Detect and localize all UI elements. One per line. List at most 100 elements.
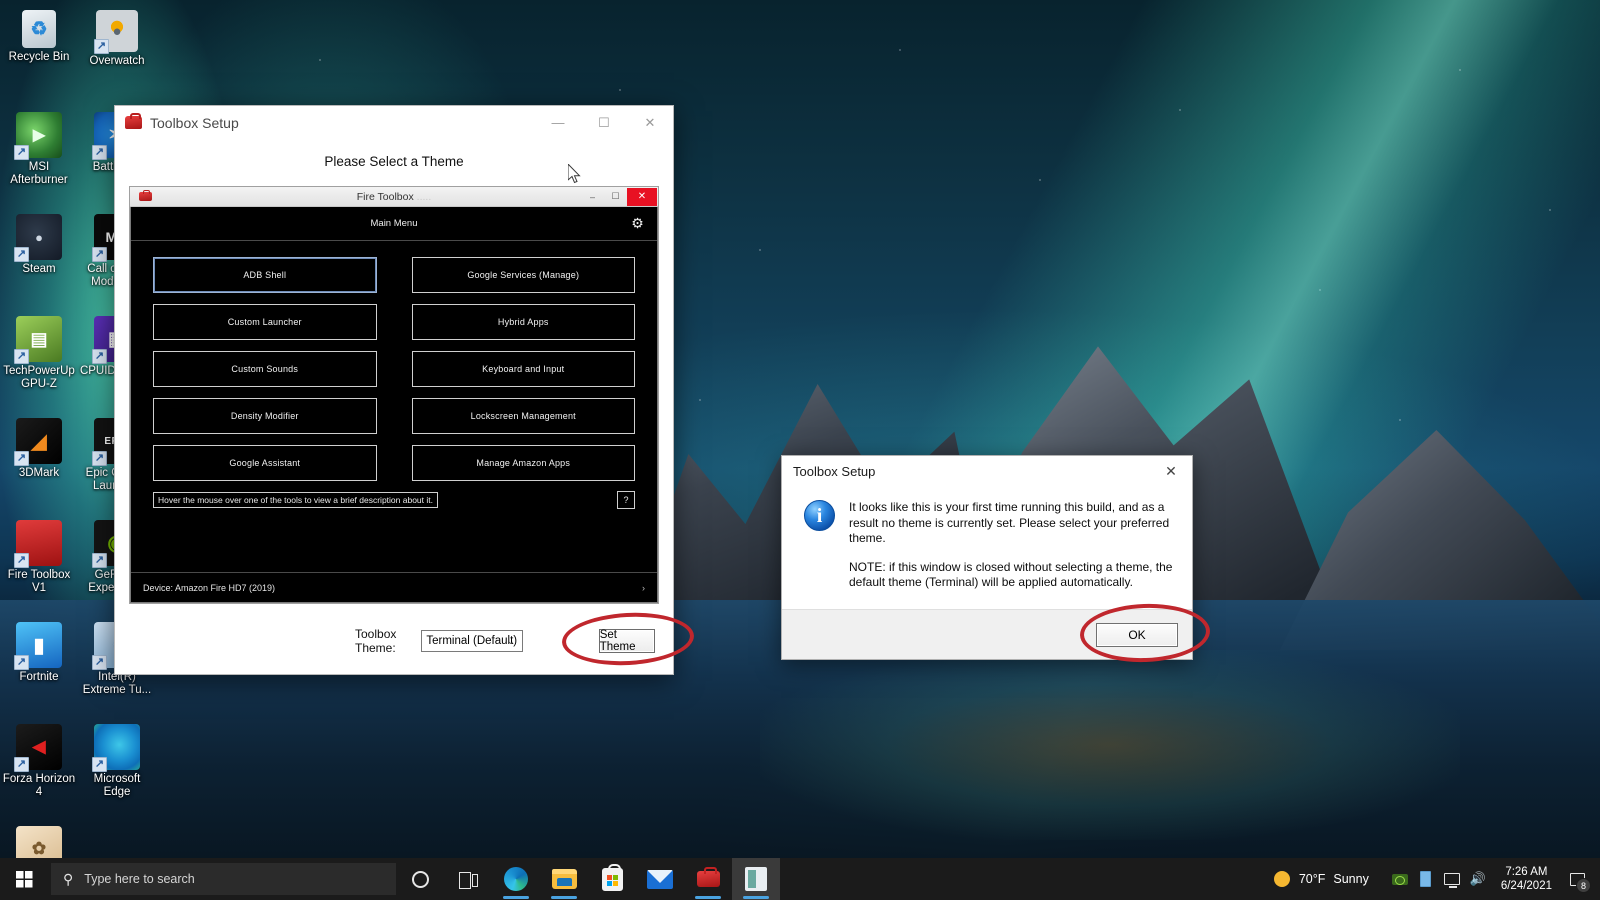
fortnite-icon: ↗ <box>14 622 62 670</box>
desktop-icon-label: Fire Toolbox V1 <box>7 569 71 594</box>
desktop-icon-steam[interactable]: ↗Steam <box>0 208 78 310</box>
setup-title-bar[interactable]: Toolbox Setup — ☐ ✕ <box>115 106 673 140</box>
toolbox-setup-dialog[interactable]: Toolbox Setup ✕ i It looks like this is … <box>781 455 1193 660</box>
preview-title-version: ..... <box>413 190 432 203</box>
display-icon[interactable] <box>1439 858 1465 900</box>
shortcut-arrow-icon: ↗ <box>94 39 109 54</box>
windows-start-icon[interactable] <box>0 858 48 900</box>
tablet-mode-icon[interactable] <box>1413 858 1439 900</box>
taskbar[interactable]: ⚲ Type here to search 70°F Sunny 🔊 7:26 … <box>0 858 1600 900</box>
notifications-icon[interactable]: 8 <box>1564 866 1591 893</box>
weather-widget[interactable]: 70°F Sunny <box>1273 871 1369 887</box>
desktop-icon-3dmark[interactable]: ↗3DMark <box>0 412 78 514</box>
taskbar-microsoft-edge[interactable] <box>492 858 540 900</box>
minimize-button[interactable]: — <box>535 106 581 140</box>
gear-icon: ⚙ <box>631 215 644 231</box>
weather-condition: Sunny <box>1333 872 1369 886</box>
3dmark-icon: ↗ <box>14 418 62 466</box>
dialog-paragraph-1: It looks like this is your first time ru… <box>849 500 1170 545</box>
scrcpy-icon <box>745 867 767 891</box>
desktop-icon-fire-toolbox[interactable]: ↗Fire Toolbox V1 <box>0 514 78 616</box>
dialog-paragraph-2: NOTE: if this window is closed without s… <box>849 559 1173 590</box>
desktop[interactable]: Recycle Bin↗Overwatch↗MSI Afterburner↗Ba… <box>0 0 1600 900</box>
preview-tool-button: Keyboard and Input <box>411 351 635 387</box>
info-icon: i <box>804 500 835 531</box>
shortcut-arrow-icon: ↗ <box>92 655 107 670</box>
microsoft-edge-icon <box>504 867 528 891</box>
theme-label: Toolbox Theme: <box>355 627 397 655</box>
shortcut-arrow-icon: ↗ <box>14 655 29 670</box>
cortana-icon <box>411 870 429 888</box>
preview-tool-button: Custom Launcher <box>153 304 377 340</box>
close-button[interactable]: ✕ <box>627 106 673 140</box>
preview-device-label: Device: Amazon Fire HD7 (2019) <box>143 582 276 593</box>
taskbar-microsoft-store[interactable] <box>588 858 636 900</box>
running-indicator <box>743 896 769 899</box>
desktop-icon-msi-afterburner[interactable]: ↗MSI Afterburner <box>0 106 78 208</box>
taskbar-task-view[interactable] <box>444 858 492 900</box>
preview-tool-button: Manage Amazon Apps <box>411 445 635 481</box>
clock-time: 7:26 AM <box>1505 866 1548 878</box>
volume-icon[interactable]: 🔊 <box>1465 858 1491 900</box>
preview-tool-button: ADB Shell <box>153 257 377 293</box>
forza-horizon-icon: ↗ <box>14 724 62 772</box>
clock-date: 6/24/2021 <box>1500 880 1552 892</box>
dialog-title: Toolbox Setup <box>793 463 876 479</box>
shortcut-arrow-icon: ↗ <box>92 247 107 262</box>
search-icon: ⚲ <box>63 870 74 887</box>
running-indicator <box>695 896 721 899</box>
desktop-icon-fortnite[interactable]: ↗Fortnite <box>0 616 78 718</box>
shortcut-arrow-icon: ↗ <box>14 247 29 262</box>
desktop-icon-label: Steam <box>22 263 56 275</box>
preview-tool-button: Custom Sounds <box>153 351 377 387</box>
notifications-count: 8 <box>1576 878 1591 893</box>
shortcut-arrow-icon: ↗ <box>14 451 29 466</box>
shortcut-arrow-icon: ↗ <box>14 349 29 364</box>
taskbar-file-explorer[interactable] <box>540 858 588 900</box>
shortcut-arrow-icon: ↗ <box>92 349 107 364</box>
taskbar-cortana[interactable] <box>396 858 444 900</box>
desktop-icon-label: MSI Afterburner <box>10 161 68 186</box>
toolbox-setup-window[interactable]: Toolbox Setup — ☐ ✕ Please Select a Them… <box>114 105 674 675</box>
setup-window-title: Toolbox Setup <box>150 114 239 131</box>
ok-button[interactable]: OK <box>1096 622 1178 647</box>
preview-tool-button: Google Services (Manage) <box>411 257 635 293</box>
desktop-icon-recycle-bin[interactable]: Recycle Bin <box>0 4 78 106</box>
theme-select[interactable]: Terminal (Default) ⌄ <box>421 630 523 652</box>
dialog-body: i It looks like this is your first time … <box>782 486 1192 591</box>
desktop-icon-forza-horizon[interactable]: ↗Forza Horizon 4 <box>0 718 78 820</box>
taskbar-items <box>396 858 780 900</box>
desktop-icon-techpowerup-gpuz[interactable]: ↗TechPowerUp GPU-Z <box>0 310 78 412</box>
taskbar-scrcpy[interactable] <box>732 858 780 900</box>
dialog-close-button[interactable]: ✕ <box>1150 456 1192 486</box>
desktop-icon-overwatch[interactable]: ↗Overwatch <box>78 4 156 106</box>
search-placeholder: Type here to search <box>84 872 195 886</box>
taskbar-mail[interactable] <box>636 858 684 900</box>
running-indicator <box>551 896 577 899</box>
nvidia-icon[interactable] <box>1387 858 1413 900</box>
clock[interactable]: 7:26 AM 6/24/2021 <box>1501 865 1552 893</box>
tablet-mode-icon-glyph <box>1420 871 1432 887</box>
steam-icon: ↗ <box>14 214 62 262</box>
microsoft-store-icon <box>601 863 623 891</box>
toolbox-icon <box>125 113 142 129</box>
maximize-button[interactable]: ☐ <box>581 106 627 140</box>
fire-toolbox-icon: ↗ <box>14 520 62 568</box>
search-input[interactable]: ⚲ Type here to search <box>51 863 396 895</box>
desktop-icon-label: Overwatch <box>89 55 145 67</box>
shortcut-arrow-icon: ↗ <box>14 757 29 772</box>
desktop-icon-label: Forza Horizon 4 <box>2 773 76 798</box>
taskbar-fire-toolbox[interactable] <box>684 858 732 900</box>
file-explorer-icon <box>551 869 577 889</box>
desktop-icon-microsoft-edge[interactable]: ↗Microsoft Edge <box>78 718 156 820</box>
running-indicator <box>503 896 529 899</box>
shortcut-arrow-icon: ↗ <box>92 757 107 772</box>
preview-device-bar: Device: Amazon Fire HD7 (2019) › <box>131 572 657 602</box>
set-theme-button[interactable]: Set Theme <box>598 629 655 653</box>
dialog-text: It looks like this is your first time ru… <box>849 500 1174 591</box>
shortcut-arrow-icon: ↗ <box>92 451 107 466</box>
preview-title-label: Fire Toolbox <box>356 190 414 203</box>
sun-icon <box>1273 871 1290 887</box>
desktop-icon-label: Fortnite <box>19 671 59 683</box>
dialog-title-bar[interactable]: Toolbox Setup ✕ <box>782 456 1192 486</box>
